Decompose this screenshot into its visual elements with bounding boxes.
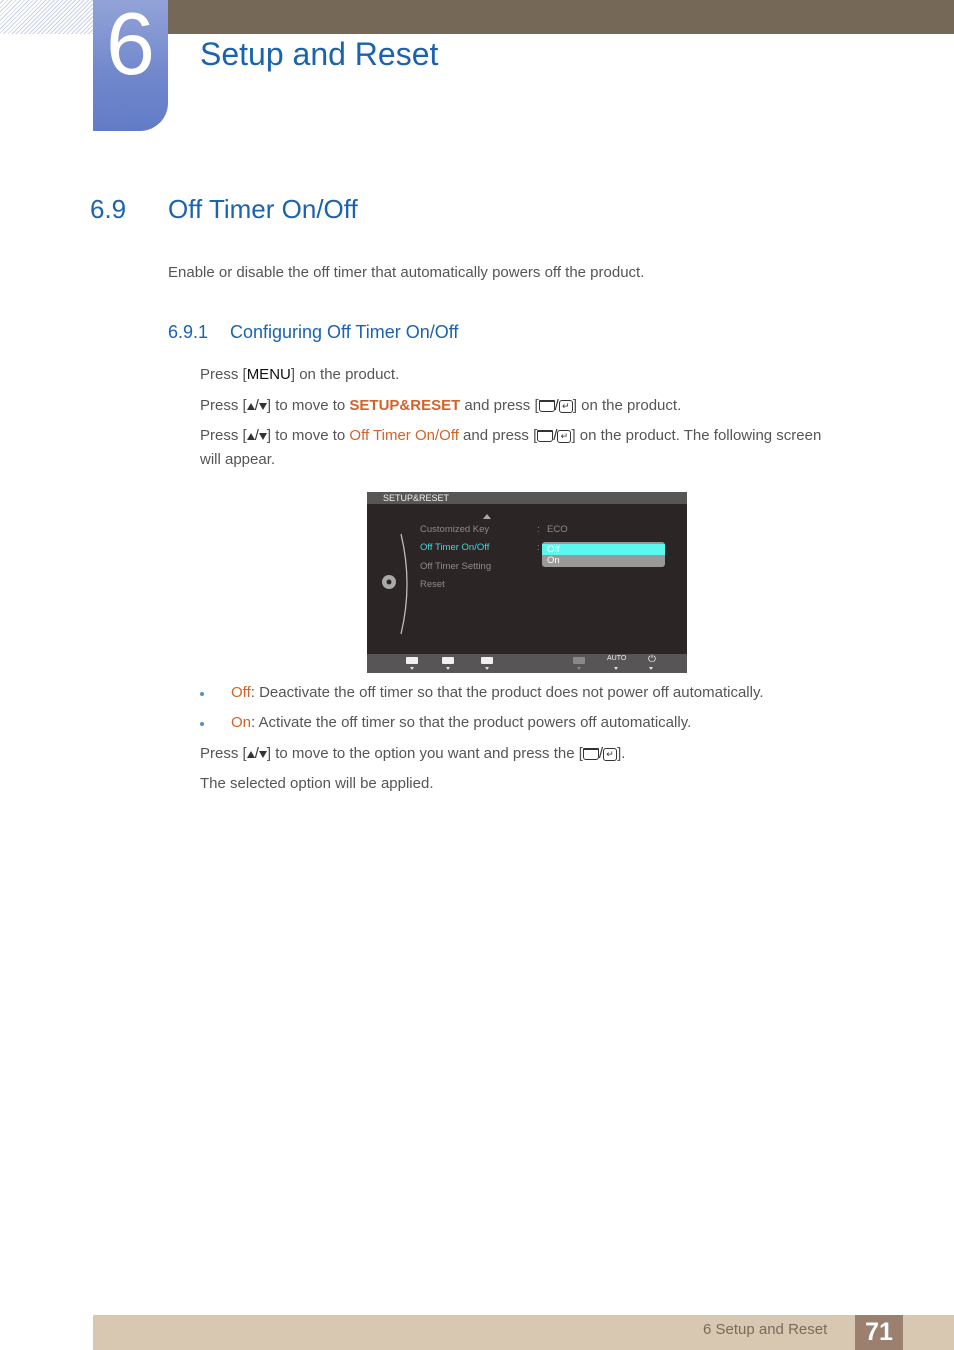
osd-screen: SETUP&RESET Customized Key : ECO Off Tim… [367,492,687,673]
osd-option-off[interactable]: Off [542,544,665,555]
chapter-tab: 6 [93,0,168,131]
page-number-box: 71 [855,1315,903,1350]
button-indicator [614,667,618,670]
step-text: ] on the product. [572,397,682,414]
bullet-term: On [231,714,252,731]
subsection-number: 6.9.1 [168,322,209,342]
up-button-icon[interactable] [481,657,493,664]
osd-footer-buttons: AUTO ⏻ [367,654,687,673]
footer-chapter-label: 6 Setup and Reset [703,1321,828,1338]
chapter-number: 6 [106,0,155,93]
chapter-title: Setup and Reset [200,36,439,72]
osd-arc-decoration [400,533,408,635]
section-title: Off Timer On/Off [168,194,358,224]
step-text: Press [ [200,366,247,383]
off-timer-highlight: Off Timer On/Off [349,427,459,444]
button-indicator [649,667,653,670]
up-down-key-icon: / [246,742,267,766]
step-text: ]. [617,745,626,762]
osd-menu-item-active[interactable]: Off Timer On/Off [420,542,489,554]
osd-header: SETUP&RESET [367,492,687,504]
power-icon[interactable]: ⏻ [648,654,656,665]
bullet-item-on: On: Activate the off timer so that the p… [231,711,911,735]
gear-icon [382,575,396,589]
button-indicator [485,667,489,670]
step-3: Press [/] to move to Off Timer On/Off an… [200,424,880,472]
osd-menu-item[interactable]: Customized Key [420,524,489,536]
enter-button-icon[interactable] [573,657,585,664]
step-text: Press [ [200,427,247,444]
step-text: Press [ [200,397,247,414]
left-button-icon[interactable] [406,657,418,664]
osd-option-dropdown[interactable]: Off On [542,542,665,567]
scroll-up-arrow-icon[interactable] [483,514,491,519]
osd-item-value: ECO [547,524,568,535]
button-indicator [577,667,581,670]
step-5: The selected option will be applied. [200,775,434,792]
osd-header-title: SETUP&RESET [383,493,450,503]
step-text: and press [ [460,397,539,414]
decorative-hatch [0,0,93,34]
bullet-icon [200,722,204,726]
bullet-text: : Deactivate the off timer so that the p… [250,684,764,701]
button-indicator [410,667,414,670]
auto-button[interactable]: AUTO [607,655,626,662]
source-enter-key-icon: / ↵ [538,394,573,418]
bullet-text: : Activate the off timer so that the pro… [251,714,692,731]
source-enter-key-icon: / ↵ [537,424,572,448]
step-1: Press [MENU] on the product. [200,363,880,387]
osd-menu-item[interactable]: Reset [420,579,445,591]
step-text: will appear. [200,451,276,469]
menu-key-label: MENU [246,366,291,383]
step-text: Press [ [200,745,247,762]
step-text: ] to move to [266,427,350,444]
up-down-key-icon: / [246,424,267,448]
button-indicator [446,667,450,670]
step-text: ] to move to the option you want and pre… [266,745,583,762]
subsection-title: Configuring Off Timer On/Off [230,322,459,342]
step-text: and press [ [458,427,538,444]
step-text: ] on the product. [290,366,400,383]
section-number: 6.9 [90,194,127,224]
section-intro: Enable or disable the off timer that aut… [168,264,645,281]
bullet-item-off: Off: Deactivate the off timer so that th… [231,681,911,705]
setup-reset-highlight: SETUP&RESET [349,397,461,414]
bullet-icon [200,692,204,696]
step-2: Press [/] to move to SETUP&RESET and pre… [200,394,880,418]
step-text: ] to move to [266,397,350,414]
header-bar [168,0,954,34]
step-4: Press [/] to move to the option you want… [200,742,880,766]
page-number: 71 [865,1318,893,1346]
step-text: ] on the product. The following screen [571,427,822,444]
source-enter-key-icon: / ↵ [582,742,618,766]
osd-option-on[interactable]: On [542,555,665,566]
osd-colon: : [537,542,540,553]
osd-menu-item[interactable]: Off Timer Setting [420,561,491,573]
up-down-key-icon: / [246,394,267,418]
osd-colon: : [537,524,540,535]
bullet-term: Off [231,684,251,701]
down-button-icon[interactable] [442,657,454,664]
